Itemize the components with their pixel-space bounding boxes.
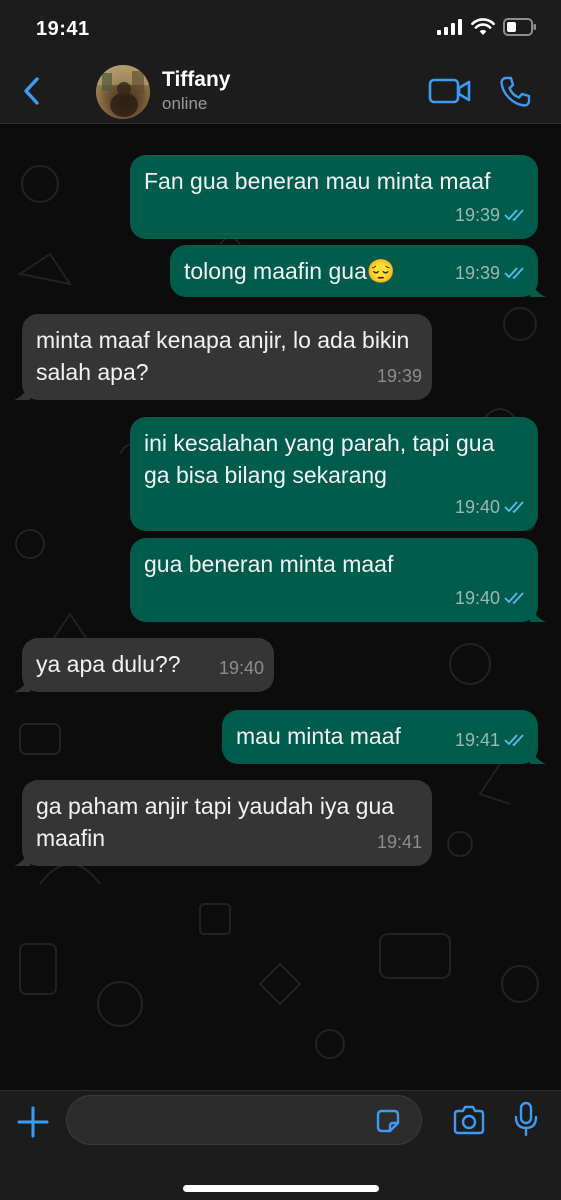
avatar[interactable] — [96, 65, 150, 119]
bubble-tail — [14, 384, 30, 400]
sticker-button[interactable] — [374, 1107, 402, 1135]
message-meta: 19:39 — [455, 199, 528, 231]
message-text: gua beneran minta maaf — [144, 551, 394, 577]
status-time: 19:41 — [36, 18, 90, 40]
phone-icon — [498, 76, 532, 113]
attach-button[interactable] — [16, 1105, 50, 1139]
message-time: 19:40 — [454, 588, 500, 608]
video-call-button[interactable] — [428, 76, 472, 106]
contact-name[interactable]: Tiffany — [162, 68, 230, 92]
message-text: Fan gua beneran mau minta maaf — [144, 168, 491, 194]
contact-status: online — [162, 94, 208, 113]
plus-icon — [16, 1106, 50, 1143]
message-text: ga paham anjir tapi yaudah iya gua maafi… — [36, 793, 395, 851]
bubble-tail — [14, 676, 30, 692]
signal-icon — [437, 19, 463, 40]
message-text: minta maaf kenapa anjir, lo ada bikin sa… — [36, 327, 410, 385]
double-check-icon — [504, 266, 528, 280]
message-bubble-incoming[interactable]: ga paham anjir tapi yaudah iya gua maafi… — [22, 780, 432, 866]
double-check-icon — [504, 733, 528, 747]
message-time: 19:39 — [454, 263, 500, 283]
bubble-tail — [530, 748, 546, 764]
message-time: 19:39 — [376, 366, 422, 386]
bubble-tail — [14, 850, 30, 866]
camera-icon — [452, 1105, 486, 1139]
message-meta: 19:40 — [219, 652, 264, 684]
message-time: 19:39 — [454, 205, 500, 225]
sticker-icon — [374, 1109, 402, 1139]
home-indicator — [183, 1185, 379, 1192]
wifi-icon — [471, 18, 495, 41]
chat-header: Tiffany online — [0, 56, 561, 124]
message-time: 19:41 — [376, 832, 422, 852]
microphone-icon — [512, 1101, 540, 1141]
chat-screen: 19:41 Tiffany online Fan gua beneran mau… — [0, 0, 561, 1200]
status-icons — [437, 18, 537, 41]
message-meta: 19:39 — [377, 360, 422, 392]
message-time: 19:41 — [454, 730, 500, 750]
status-bar: 19:41 — [0, 0, 561, 56]
message-meta: 19:41 — [455, 724, 528, 756]
bubble-tail — [530, 606, 546, 622]
message-time: 19:40 — [454, 497, 500, 517]
message-bubble-outgoing[interactable]: Fan gua beneran mau minta maaf 19:39 — [130, 155, 538, 239]
chat-area[interactable]: Fan gua beneran mau minta maaf 19:39 tol… — [0, 124, 561, 1090]
message-bubble-outgoing[interactable]: tolong maafin gua😔 19:39 — [170, 245, 538, 297]
message-input[interactable] — [66, 1095, 422, 1145]
bubble-tail — [530, 281, 546, 297]
message-bubble-outgoing[interactable]: mau minta maaf 19:41 — [222, 710, 538, 764]
message-bubble-incoming[interactable]: ya apa dulu?? 19:40 — [22, 638, 274, 692]
double-check-icon — [504, 500, 528, 514]
avatar-photo — [96, 65, 150, 117]
input-bar — [0, 1090, 561, 1200]
message-text: ini kesalahan yang parah, tapi gua ga bi… — [144, 430, 495, 488]
message-bubble-outgoing[interactable]: gua beneran minta maaf 19:40 — [130, 538, 538, 622]
double-check-icon — [504, 591, 528, 605]
back-button[interactable] — [18, 74, 46, 108]
voice-call-button[interactable] — [498, 75, 532, 109]
message-bubble-incoming[interactable]: minta maaf kenapa anjir, lo ada bikin sa… — [22, 314, 432, 400]
chevron-left-icon — [18, 77, 46, 112]
message-time: 19:40 — [218, 658, 264, 678]
message-meta: 19:41 — [377, 826, 422, 858]
message-meta: 19:40 — [455, 582, 528, 614]
camera-button[interactable] — [452, 1105, 486, 1135]
microphone-button[interactable] — [512, 1101, 540, 1137]
battery-icon — [503, 18, 537, 41]
message-bubble-outgoing[interactable]: ini kesalahan yang parah, tapi gua ga bi… — [130, 417, 538, 531]
message-meta: 19:39 — [455, 257, 528, 289]
message-meta: 19:40 — [455, 491, 528, 523]
double-check-icon — [504, 208, 528, 222]
video-camera-icon — [428, 78, 472, 110]
